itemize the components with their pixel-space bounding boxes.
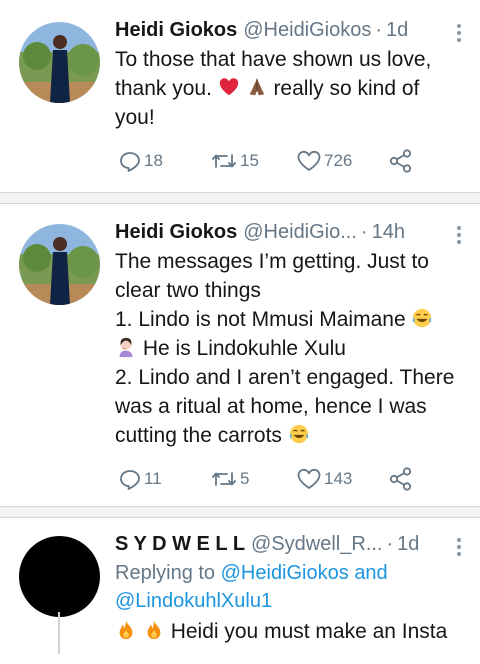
separator-dot: · bbox=[375, 19, 383, 41]
author-handle[interactable]: @Sydwell_R... bbox=[251, 530, 382, 558]
tweet-text-line: The messages I’m getting. Just to bbox=[115, 250, 429, 273]
like-count: 726 bbox=[324, 151, 353, 170]
tweet-1[interactable]: Heidi Giokos @HeidiGiokos · 1d To those … bbox=[0, 0, 480, 193]
mention-and: and bbox=[354, 562, 388, 584]
tweet-text: To those that have shown us love, thank … bbox=[115, 45, 462, 132]
tears-of-joy-emoji bbox=[289, 424, 308, 444]
fire-emoji bbox=[147, 620, 161, 640]
folded-hands-emoji bbox=[249, 78, 264, 96]
tweet-time[interactable]: 1d bbox=[397, 530, 419, 558]
tweet-separator bbox=[0, 193, 480, 204]
author-handle[interactable]: @HeidiGio... bbox=[243, 218, 357, 246]
woman-shrugging-emoji bbox=[119, 337, 133, 358]
share-icon bbox=[389, 467, 412, 491]
author-handle[interactable]: @HeidiGiokos bbox=[243, 16, 371, 44]
retweet-button[interactable]: 5 bbox=[210, 467, 296, 491]
tweet-text-line: clear two things bbox=[115, 279, 261, 302]
avatar[interactable] bbox=[19, 224, 100, 305]
share-button[interactable] bbox=[388, 148, 414, 174]
tweet-text: Heidi you must make an Insta bbox=[115, 617, 462, 646]
more-options-icon[interactable] bbox=[456, 538, 462, 556]
tweet-separator bbox=[0, 507, 480, 518]
tweet-text-line: He is Lindokuhle Xulu bbox=[142, 337, 346, 360]
tweet-text-line: 1. Lindo is not Mmusi Maimane bbox=[115, 308, 406, 331]
separator-dot: · bbox=[386, 533, 394, 555]
tweet-time[interactable]: 1d bbox=[386, 16, 408, 44]
author-name[interactable]: S Y D W E L L bbox=[115, 530, 245, 558]
share-button[interactable] bbox=[388, 466, 414, 492]
tweet-text-line: you! bbox=[115, 106, 155, 129]
red-heart-emoji bbox=[219, 78, 238, 96]
tweet-text: The messages I’m getting. Just to clear … bbox=[115, 247, 462, 450]
like-count: 143 bbox=[324, 469, 353, 488]
heart-icon bbox=[297, 150, 321, 171]
tweet-2[interactable]: Heidi Giokos @HeidiGio... · 14h The mess… bbox=[0, 204, 480, 507]
reply-icon bbox=[120, 152, 140, 172]
like-button[interactable]: 143 bbox=[296, 467, 388, 491]
reply-icon bbox=[120, 470, 140, 490]
mention-link[interactable]: @LindokuhlXulu1 bbox=[115, 590, 272, 612]
author-name[interactable]: Heidi Giokos bbox=[115, 218, 237, 246]
more-options-icon[interactable] bbox=[456, 226, 462, 244]
tweet-text-line: thank you. bbox=[115, 77, 212, 100]
retweet-button[interactable]: 15 bbox=[210, 149, 296, 173]
tweet-text-line: cutting the carrots bbox=[115, 424, 282, 447]
separator-dot: · bbox=[360, 221, 368, 243]
reply-count: 18 bbox=[144, 151, 163, 170]
retweet-count: 5 bbox=[240, 469, 250, 488]
avatar[interactable] bbox=[19, 22, 100, 103]
tweet-text-line: was a ritual at home, hence I was bbox=[115, 395, 427, 418]
heart-icon bbox=[297, 468, 321, 489]
replying-to: Replying to @HeidiGiokos and @LindokuhlX… bbox=[115, 559, 462, 615]
mention-link[interactable]: @HeidiGiokos bbox=[221, 562, 349, 584]
reply-count: 11 bbox=[144, 469, 162, 488]
tweet-text-line: 2. Lindo and I aren’t engaged. There bbox=[115, 366, 455, 389]
more-options-icon[interactable] bbox=[456, 24, 462, 42]
reply-button[interactable]: 18 bbox=[118, 149, 210, 173]
author-name[interactable]: Heidi Giokos bbox=[115, 16, 237, 44]
tears-of-joy-emoji bbox=[413, 308, 432, 328]
retweet-icon bbox=[212, 154, 236, 168]
tweet-text-line: To those that have shown us love, bbox=[115, 48, 432, 71]
share-icon bbox=[389, 149, 412, 173]
tweet-text-line: Heidi you must make an Insta bbox=[170, 620, 448, 643]
tweet-text-line: really so kind of bbox=[273, 77, 420, 100]
replying-to-label: Replying to bbox=[115, 562, 216, 584]
retweet-count: 15 bbox=[240, 151, 259, 170]
fire-emoji bbox=[119, 620, 133, 640]
tweet-time[interactable]: 14h bbox=[372, 218, 405, 246]
reply-button[interactable]: 11 bbox=[118, 467, 210, 491]
like-button[interactable]: 726 bbox=[296, 149, 388, 173]
thread-line bbox=[58, 612, 60, 654]
retweet-icon bbox=[212, 472, 236, 486]
avatar[interactable] bbox=[19, 536, 100, 617]
tweet-3[interactable]: S Y D W E L L @Sydwell_R... · 1d Replyin… bbox=[0, 518, 480, 664]
